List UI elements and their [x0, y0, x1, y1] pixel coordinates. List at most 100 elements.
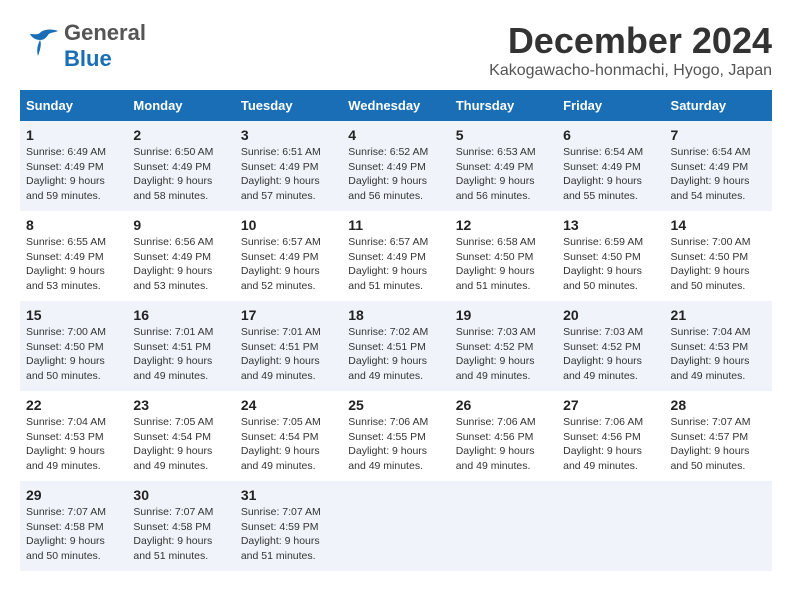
day-number: 20	[563, 307, 658, 323]
empty-cell	[342, 481, 449, 571]
day-cell-24: 24Sunrise: 7:05 AMSunset: 4:54 PMDayligh…	[235, 391, 342, 481]
day-info: Sunrise: 6:50 AMSunset: 4:49 PMDaylight:…	[133, 145, 228, 204]
page-header: General Blue December 2024 Kakogawacho-h…	[20, 20, 772, 80]
header-sunday: Sunday	[20, 90, 127, 121]
header-monday: Monday	[127, 90, 234, 121]
header-wednesday: Wednesday	[342, 90, 449, 121]
logo-blue-text: Blue	[64, 46, 112, 71]
day-info: Sunrise: 6:57 AMSunset: 4:49 PMDaylight:…	[348, 235, 443, 294]
day-number: 16	[133, 307, 228, 323]
day-info: Sunrise: 7:07 AMSunset: 4:57 PMDaylight:…	[671, 415, 766, 474]
day-info: Sunrise: 6:49 AMSunset: 4:49 PMDaylight:…	[26, 145, 121, 204]
day-cell-15: 15 Sunrise: 7:00 AMSunset: 4:50 PMDayligh…	[20, 301, 127, 391]
day-info: Sunrise: 6:55 AMSunset: 4:49 PMDaylight:…	[26, 235, 121, 294]
day-number: 19	[456, 307, 551, 323]
calendar-header-row: Sunday Monday Tuesday Wednesday Thursday…	[20, 90, 772, 121]
day-cell-1: 1Sunrise: 6:49 AMSunset: 4:49 PMDaylight…	[20, 121, 127, 211]
calendar-week-row: 29 Sunrise: 7:07 AMSunset: 4:58 PMDayligh…	[20, 481, 772, 571]
day-number: 11	[348, 217, 443, 233]
day-number: 22	[26, 397, 121, 413]
day-number: 29	[26, 487, 121, 503]
day-info: Sunrise: 6:54 AMSunset: 4:49 PMDaylight:…	[563, 145, 658, 204]
day-cell-11: 11 Sunrise: 6:57 AMSunset: 4:49 PMDayligh…	[342, 211, 449, 301]
day-cell-3: 3 Sunrise: 6:51 AMSunset: 4:49 PMDaylight…	[235, 121, 342, 211]
day-cell-4: 4Sunrise: 6:52 AMSunset: 4:49 PMDaylight…	[342, 121, 449, 211]
day-info: Sunrise: 7:05 AMSunset: 4:54 PMDaylight:…	[241, 415, 336, 474]
day-cell-29: 29 Sunrise: 7:07 AMSunset: 4:58 PMDayligh…	[20, 481, 127, 571]
day-info: Sunrise: 7:04 AMSunset: 4:53 PMDaylight:…	[671, 325, 766, 384]
day-info: Sunrise: 6:51 AMSunset: 4:49 PMDaylight:…	[241, 145, 336, 204]
day-info: Sunrise: 7:02 AMSunset: 4:51 PMDaylight:…	[348, 325, 443, 384]
logo-general-text: General	[64, 20, 146, 45]
day-number: 28	[671, 397, 766, 413]
day-cell-22: 22 Sunrise: 7:04 AMSunset: 4:53 PMDayligh…	[20, 391, 127, 481]
day-info: Sunrise: 7:07 AMSunset: 4:58 PMDaylight:…	[133, 505, 228, 564]
day-cell-18: 18 Sunrise: 7:02 AMSunset: 4:51 PMDayligh…	[342, 301, 449, 391]
day-cell-14: 14Sunrise: 7:00 AMSunset: 4:50 PMDayligh…	[665, 211, 772, 301]
day-info: Sunrise: 7:00 AMSunset: 4:50 PMDaylight:…	[26, 325, 121, 384]
day-number: 17	[241, 307, 336, 323]
day-number: 18	[348, 307, 443, 323]
day-info: Sunrise: 7:06 AMSunset: 4:55 PMDaylight:…	[348, 415, 443, 474]
day-cell-27: 27 Sunrise: 7:06 AMSunset: 4:56 PMDayligh…	[557, 391, 664, 481]
day-info: Sunrise: 7:00 AMSunset: 4:50 PMDaylight:…	[671, 235, 766, 294]
day-info: Sunrise: 7:01 AMSunset: 4:51 PMDaylight:…	[133, 325, 228, 384]
title-block: December 2024 Kakogawacho-honmachi, Hyog…	[489, 20, 772, 80]
day-cell-25: 25 Sunrise: 7:06 AMSunset: 4:55 PMDayligh…	[342, 391, 449, 481]
calendar-week-row: 1Sunrise: 6:49 AMSunset: 4:49 PMDaylight…	[20, 121, 772, 211]
day-cell-16: 16 Sunrise: 7:01 AMSunset: 4:51 PMDayligh…	[127, 301, 234, 391]
day-cell-2: 2 Sunrise: 6:50 AMSunset: 4:49 PMDaylight…	[127, 121, 234, 211]
day-number: 26	[456, 397, 551, 413]
day-number: 12	[456, 217, 551, 233]
day-number: 9	[133, 217, 228, 233]
day-number: 2	[133, 127, 228, 143]
day-number: 15	[26, 307, 121, 323]
day-info: Sunrise: 7:06 AMSunset: 4:56 PMDaylight:…	[563, 415, 658, 474]
day-info: Sunrise: 7:07 AMSunset: 4:58 PMDaylight:…	[26, 505, 121, 564]
day-number: 10	[241, 217, 336, 233]
day-cell-30: 30 Sunrise: 7:07 AMSunset: 4:58 PMDayligh…	[127, 481, 234, 571]
day-cell-26: 26 Sunrise: 7:06 AMSunset: 4:56 PMDayligh…	[450, 391, 557, 481]
day-cell-28: 28 Sunrise: 7:07 AMSunset: 4:57 PMDayligh…	[665, 391, 772, 481]
day-cell-6: 6 Sunrise: 6:54 AMSunset: 4:49 PMDaylight…	[557, 121, 664, 211]
day-info: Sunrise: 6:53 AMSunset: 4:49 PMDaylight:…	[456, 145, 551, 204]
calendar-week-row: 15 Sunrise: 7:00 AMSunset: 4:50 PMDayligh…	[20, 301, 772, 391]
day-number: 13	[563, 217, 658, 233]
calendar-week-row: 8 Sunrise: 6:55 AMSunset: 4:49 PMDaylight…	[20, 211, 772, 301]
day-info: Sunrise: 6:56 AMSunset: 4:49 PMDaylight:…	[133, 235, 228, 294]
day-info: Sunrise: 7:06 AMSunset: 4:56 PMDaylight:…	[456, 415, 551, 474]
day-number: 27	[563, 397, 658, 413]
day-number: 8	[26, 217, 121, 233]
empty-cell	[557, 481, 664, 571]
day-number: 21	[671, 307, 766, 323]
day-info: Sunrise: 6:59 AMSunset: 4:50 PMDaylight:…	[563, 235, 658, 294]
day-info: Sunrise: 7:03 AMSunset: 4:52 PMDaylight:…	[456, 325, 551, 384]
day-info: Sunrise: 6:52 AMSunset: 4:49 PMDaylight:…	[348, 145, 443, 204]
day-cell-7: 7Sunrise: 6:54 AMSunset: 4:49 PMDaylight…	[665, 121, 772, 211]
day-cell-21: 21 Sunrise: 7:04 AMSunset: 4:53 PMDayligh…	[665, 301, 772, 391]
main-title: December 2024	[489, 20, 772, 62]
day-number: 6	[563, 127, 658, 143]
day-cell-31: 31Sunrise: 7:07 AMSunset: 4:59 PMDayligh…	[235, 481, 342, 571]
day-number: 3	[241, 127, 336, 143]
day-info: Sunrise: 7:04 AMSunset: 4:53 PMDaylight:…	[26, 415, 121, 474]
day-number: 5	[456, 127, 551, 143]
empty-cell	[665, 481, 772, 571]
logo: General Blue	[20, 20, 146, 72]
day-info: Sunrise: 7:03 AMSunset: 4:52 PMDaylight:…	[563, 325, 658, 384]
subtitle: Kakogawacho-honmachi, Hyogo, Japan	[489, 62, 772, 80]
day-cell-10: 10 Sunrise: 6:57 AMSunset: 4:49 PMDayligh…	[235, 211, 342, 301]
day-info: Sunrise: 7:01 AMSunset: 4:51 PMDaylight:…	[241, 325, 336, 384]
logo-bird-icon	[20, 28, 60, 64]
day-number: 25	[348, 397, 443, 413]
day-number: 23	[133, 397, 228, 413]
day-info: Sunrise: 6:57 AMSunset: 4:49 PMDaylight:…	[241, 235, 336, 294]
day-cell-9: 9 Sunrise: 6:56 AMSunset: 4:49 PMDaylight…	[127, 211, 234, 301]
header-tuesday: Tuesday	[235, 90, 342, 121]
header-friday: Friday	[557, 90, 664, 121]
day-cell-13: 13 Sunrise: 6:59 AMSunset: 4:50 PMDayligh…	[557, 211, 664, 301]
day-cell-12: 12 Sunrise: 6:58 AMSunset: 4:50 PMDayligh…	[450, 211, 557, 301]
day-number: 30	[133, 487, 228, 503]
header-thursday: Thursday	[450, 90, 557, 121]
day-info: Sunrise: 6:58 AMSunset: 4:50 PMDaylight:…	[456, 235, 551, 294]
